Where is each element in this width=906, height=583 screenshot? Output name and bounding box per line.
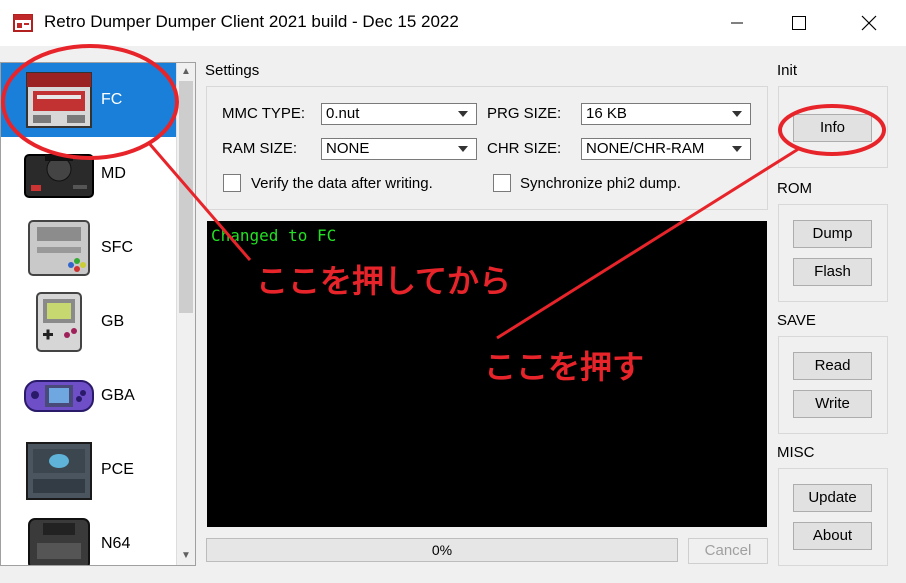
annotation-line-second: [496, 146, 801, 340]
annotation-text-second: ここを押す: [484, 348, 645, 386]
annotation-circle-fc: [1, 44, 179, 160]
annotation-line-first: [146, 141, 252, 261]
annotation-circle-info: [778, 104, 886, 156]
annotation-text-first: ここを押してから: [256, 262, 512, 300]
